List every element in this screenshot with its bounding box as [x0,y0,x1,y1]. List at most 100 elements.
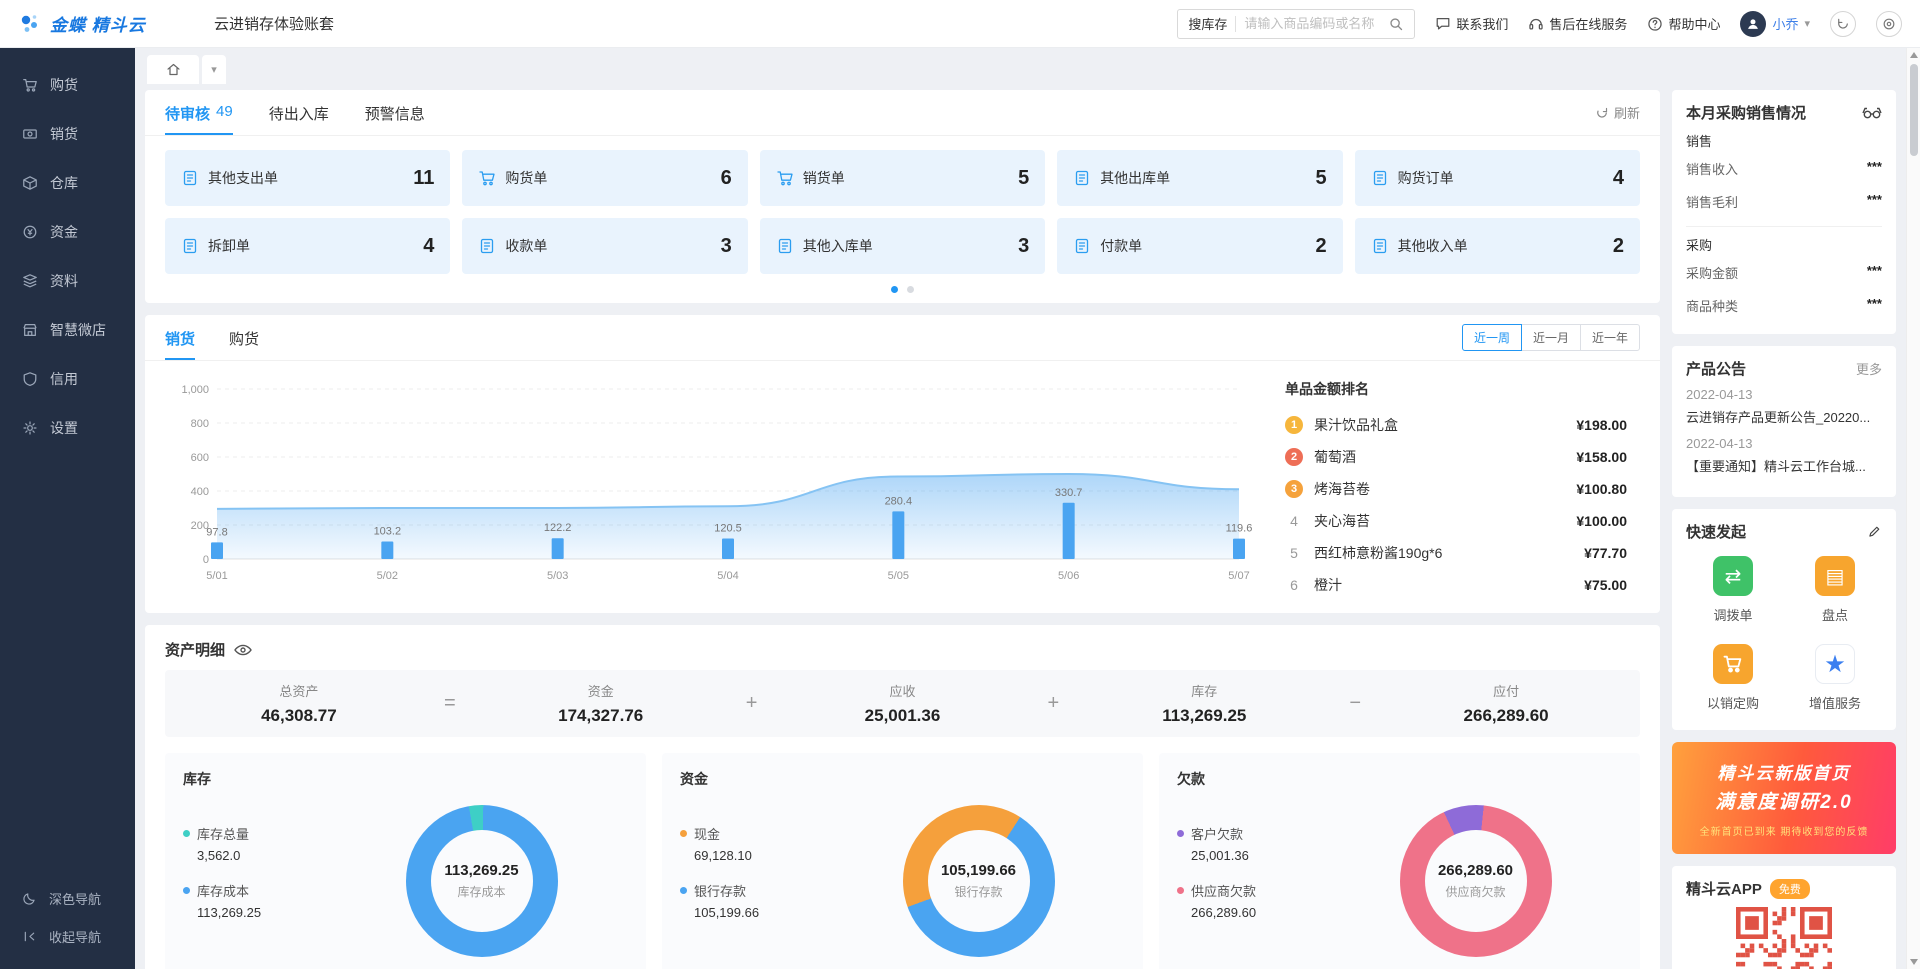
inbound-doc-icon [776,237,794,255]
svg-text:0: 0 [203,554,209,566]
search-icon[interactable] [1388,16,1404,32]
tab-sales[interactable]: 销货 [165,315,195,360]
tab-alerts[interactable]: 预警信息 [365,90,425,135]
sidebar-item-credit[interactable]: 信用 [0,354,135,403]
tab-pending-approval[interactable]: 待审核 49 [165,90,233,135]
pencil-icon[interactable] [1867,524,1882,539]
quick-stocktake[interactable]: ▤ 盘点 [1815,556,1855,624]
tile-other-outbound[interactable]: 其他出库单 5 [1057,150,1342,206]
pending-tabs: 待审核 49 待出入库 预警信息 刷新 [145,90,1660,136]
collapse-nav-button[interactable]: 收起导航 [0,917,135,955]
tile-purchase-po[interactable]: 购货订单 4 [1355,150,1640,206]
record-button[interactable] [1876,11,1902,37]
carousel-dot[interactable] [907,286,914,293]
tile-other-income[interactable]: 其他收入单 2 [1355,218,1640,274]
operator-plus: + [1036,692,1070,715]
user-menu[interactable]: 小乔 ▾ [1740,11,1810,37]
tile-payment[interactable]: 付款单 2 [1057,218,1342,274]
dark-nav-toggle[interactable]: 深色导航 [0,879,135,917]
sidebar-item-data[interactable]: 资料 [0,256,135,305]
scrollbar[interactable] [1906,48,1920,969]
ranking-row[interactable]: 6 橙汁 ¥75.00 [1285,575,1627,595]
ranking-row[interactable]: 5 西红柿意粉酱190g*6 ¥77.70 [1285,543,1627,563]
tile-count: 2 [1315,235,1326,258]
search-box[interactable]: 搜库存 [1177,9,1415,39]
tile-label: 拆卸单 [208,236,250,256]
quick-value-added[interactable]: ★ 增值服务 [1809,644,1861,712]
refresh-button[interactable]: 刷新 [1595,103,1640,122]
quick-sell-to-buy[interactable]: 以销定购 [1707,644,1759,712]
donut-center-label: 银行存款 [954,883,1002,900]
announcement-link[interactable]: 云进销存产品更新公告_20220... [1686,407,1882,426]
sidebar-item-funds[interactable]: 资金 [0,207,135,256]
tile-disassembly[interactable]: 拆卸单 4 [165,218,450,274]
tile-receipt[interactable]: 收款单 3 [462,218,747,274]
person-icon [1745,16,1761,32]
history-button[interactable] [1830,11,1856,37]
range-month-button[interactable]: 近一月 [1521,324,1581,351]
announcement-link[interactable]: 【重要通知】精斗云工作台城... [1686,456,1882,475]
tile-other-expense[interactable]: 其他支出单 11 [165,150,450,206]
sidebar-item-microstore[interactable]: 智慧微店 [0,305,135,354]
more-link[interactable]: 更多 [1856,359,1882,378]
search-input[interactable] [1244,16,1380,31]
tab-home[interactable] [147,55,199,84]
ranking-item-name: 葡萄酒 [1314,447,1566,467]
tile-label: 其他支出单 [208,168,278,188]
tile-label: 付款单 [1100,236,1142,256]
legend-value: 25,001.36 [1191,848,1329,863]
contact-us-link[interactable]: 联系我们 [1435,14,1508,33]
ranking-item-price: ¥158.00 [1576,449,1627,465]
range-switcher: 近一周 近一月 近一年 [1463,324,1640,351]
tile-label: 其他入库单 [803,236,873,256]
scroll-up-arrow[interactable] [1910,52,1918,58]
svg-text:800: 800 [191,418,209,430]
scrollbar-thumb[interactable] [1910,64,1918,156]
sidebar-item-settings[interactable]: 设置 [0,403,135,452]
svg-text:600: 600 [191,452,209,464]
ranking-row[interactable]: 3 烤海苔卷 ¥100.80 [1285,479,1627,499]
stat-label: 资金 [467,681,735,700]
search-category[interactable]: 搜库存 [1188,14,1227,33]
legend-value: 69,128.10 [694,848,832,863]
panel-title: 资金 [680,769,1125,789]
after-sales-link[interactable]: 售后在线服务 [1528,14,1627,33]
scroll-down-arrow[interactable] [1910,959,1918,965]
operator-equals: = [433,692,467,715]
range-year-button[interactable]: 近一年 [1580,324,1640,351]
tab-dropdown-button[interactable]: ▾ [202,55,226,84]
glasses-icon[interactable] [1862,107,1882,119]
assets-card: 资产明细 总资产 46,308.77 = 资金 174,32 [145,625,1660,969]
sidebar-item-warehouse[interactable]: 仓库 [0,158,135,207]
carousel-dot[interactable] [891,286,898,293]
panel-legend: 现金 69,128.10 银行存款 105,199.66 [680,824,832,938]
sidebar-item-purchase[interactable]: 购货 [0,60,135,109]
help-center-link[interactable]: 帮助中心 [1647,14,1720,33]
survey-banner[interactable]: 精斗云新版首页 满意度调研2.0 全新首页已到来 期待收到您的反馈 [1672,742,1896,854]
banner-line1: 精斗云新版首页 [1718,759,1851,784]
chat-icon [1435,16,1451,32]
tile-purchase-order[interactable]: 购货单 6 [462,150,747,206]
stat-payable: 应付 266,289.60 [1372,681,1640,726]
collapse-nav-label: 收起导航 [49,927,101,946]
tab-purchase[interactable]: 购货 [229,315,259,360]
range-week-button[interactable]: 近一周 [1462,324,1522,351]
sidebar-item-sales[interactable]: 销货 [0,109,135,158]
ranking-row[interactable]: 2 葡萄酒 ¥158.00 [1285,447,1627,467]
eye-icon[interactable] [234,643,252,657]
announcements-title: 产品公告 [1686,358,1856,379]
quick-transfer-order[interactable]: ⇄ 调拨单 [1713,556,1753,624]
panel-legend: 库存总量 3,562.0 库存成本 113,269.25 [183,824,335,938]
ranking-row[interactable]: 4 夹心海苔 ¥100.00 [1285,511,1627,531]
app-logo[interactable]: 金蝶 精斗云 [18,11,188,36]
tab-pending-inout[interactable]: 待出入库 [269,90,329,135]
rank-number: 6 [1285,577,1303,593]
logo-icon [18,12,42,36]
tile-sales-order[interactable]: 销货单 5 [760,150,1045,206]
dark-nav-label: 深色导航 [49,889,101,908]
ranking-row[interactable]: 1 果汁饮品礼盒 ¥198.00 [1285,415,1627,435]
tile-other-inbound[interactable]: 其他入库单 3 [760,218,1045,274]
svg-text:119.6: 119.6 [1226,523,1253,535]
announcement-item: 2022-04-13 【重要通知】精斗云工作台城... [1686,436,1882,475]
monthly-row: 销售收入 *** [1686,152,1882,185]
